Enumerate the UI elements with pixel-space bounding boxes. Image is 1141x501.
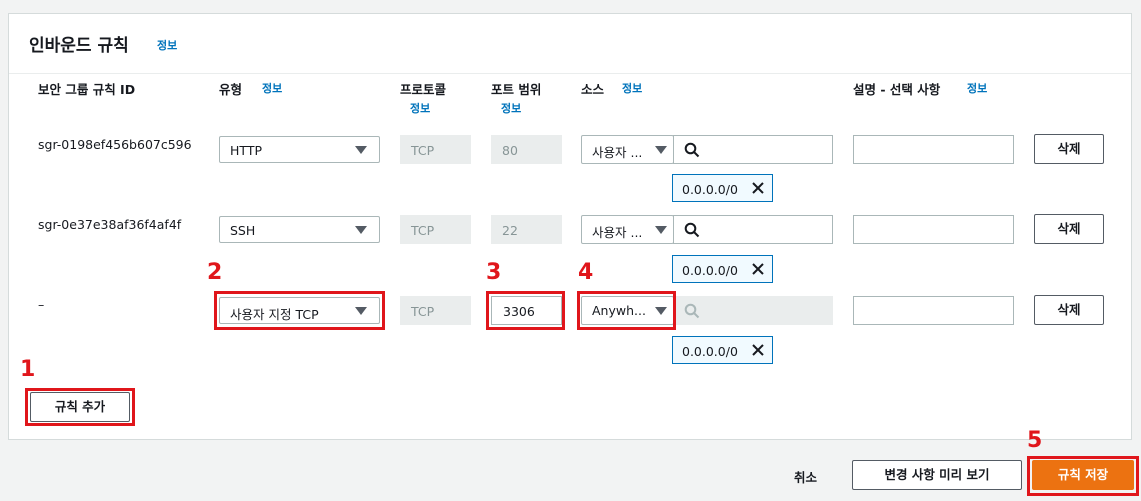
caret-down-icon <box>355 146 367 154</box>
annotation-number: 3 <box>486 260 502 285</box>
protocol-value: TCP <box>411 223 435 238</box>
cidr-token-value: 0.0.0.0/0 <box>682 182 738 197</box>
highlight-box <box>577 291 676 330</box>
cidr-search-input[interactable] <box>673 135 833 164</box>
type-info-link[interactable]: 정보 <box>262 80 282 96</box>
source-select[interactable]: 사용자 ... <box>581 215 674 244</box>
description-input[interactable] <box>853 215 1014 244</box>
type-select[interactable]: SSH <box>219 216 380 243</box>
port-value: 22 <box>502 223 518 238</box>
rule-id: – <box>38 297 45 312</box>
delete-button[interactable]: 삭제 <box>1034 214 1104 244</box>
panel-info-link[interactable]: 정보 <box>157 37 177 53</box>
protocol-field: TCP <box>400 215 471 244</box>
remove-token-icon[interactable] <box>751 181 765 195</box>
col-header-type: 유형 <box>219 82 243 97</box>
cidr-token: 0.0.0.0/0 <box>672 174 773 202</box>
col-header-port-range: 포트 범위 <box>491 82 542 97</box>
panel-title: 인바운드 규칙 <box>29 36 129 56</box>
delete-button[interactable]: 삭제 <box>1034 134 1104 164</box>
cidr-token-value: 0.0.0.0/0 <box>682 263 738 278</box>
port-value: 80 <box>502 143 518 158</box>
description-input[interactable] <box>853 135 1014 164</box>
protocol-info-link[interactable]: 정보 <box>410 100 430 116</box>
protocol-value: TCP <box>411 304 435 319</box>
search-icon <box>684 303 700 319</box>
preview-changes-button[interactable]: 변경 사항 미리 보기 <box>852 460 1022 490</box>
rule-id: sgr-0e37e38af36f4af4f <box>38 217 182 232</box>
annotation-number: 4 <box>578 260 594 285</box>
description-input[interactable] <box>853 296 1014 325</box>
panel-header: 인바운드 규칙 정보 <box>9 14 1131 74</box>
type-select-value: HTTP <box>230 143 262 158</box>
source-select-value: 사용자 ... <box>592 225 643 240</box>
cancel-button[interactable]: 취소 <box>794 467 817 486</box>
protocol-value: TCP <box>411 143 435 158</box>
search-icon <box>684 142 700 158</box>
rule-id: sgr-0198ef456b607c596 <box>38 137 192 152</box>
description-info-link[interactable]: 정보 <box>967 80 987 96</box>
type-select[interactable]: HTTP <box>219 136 380 163</box>
cidr-token: 0.0.0.0/0 <box>672 336 773 364</box>
caret-down-icon <box>355 226 367 234</box>
port-field: 80 <box>491 135 562 164</box>
search-icon <box>684 222 700 238</box>
annotation-number: 5 <box>1027 428 1043 453</box>
annotation-number: 2 <box>207 260 223 285</box>
cidr-search-input <box>673 296 833 325</box>
col-header-protocol: 프로토콜 <box>400 82 447 97</box>
remove-token-icon[interactable] <box>751 262 765 276</box>
port-info-link[interactable]: 정보 <box>501 100 521 116</box>
annotation-number: 1 <box>20 357 36 382</box>
col-header-description: 설명 - 선택 사항 <box>853 82 941 97</box>
cidr-token-value: 0.0.0.0/0 <box>682 344 738 359</box>
type-select-value: SSH <box>230 223 256 238</box>
highlight-box <box>1027 456 1139 496</box>
cidr-search-input[interactable] <box>673 215 833 244</box>
caret-down-icon <box>655 226 667 234</box>
highlight-box <box>486 291 565 330</box>
source-info-link[interactable]: 정보 <box>622 80 642 96</box>
cidr-token: 0.0.0.0/0 <box>672 255 773 283</box>
highlight-box <box>214 291 385 330</box>
col-header-rule-id: 보안 그룹 규칙 ID <box>38 82 136 97</box>
col-header-source: 소스 <box>581 82 605 97</box>
protocol-field: TCP <box>400 296 471 325</box>
caret-down-icon <box>655 146 667 154</box>
port-field: 22 <box>491 215 562 244</box>
delete-button[interactable]: 삭제 <box>1034 295 1104 325</box>
source-select[interactable]: 사용자 ... <box>581 135 674 164</box>
remove-token-icon[interactable] <box>751 343 765 357</box>
highlight-box <box>25 388 135 426</box>
protocol-field: TCP <box>400 135 471 164</box>
source-select-value: 사용자 ... <box>592 145 643 160</box>
